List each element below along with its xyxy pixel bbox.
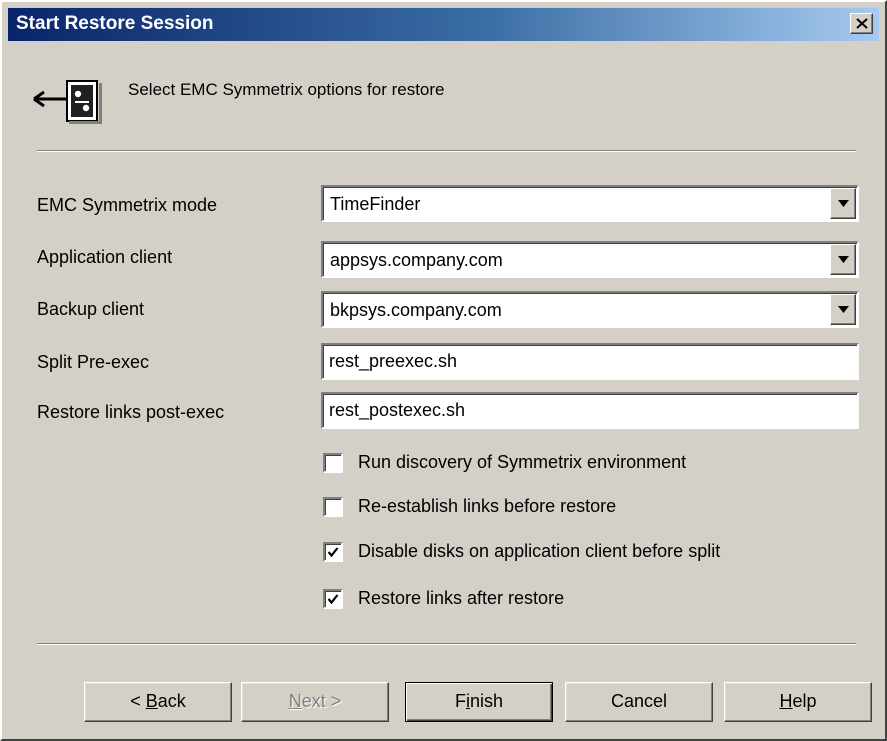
backup-client-select[interactable]: bkpsys.company.com [321, 291, 859, 328]
mode-select[interactable]: TimeFinder [321, 185, 859, 222]
chevron-down-icon [838, 306, 849, 313]
close-button[interactable] [850, 13, 873, 34]
back-button[interactable]: < Back [84, 682, 232, 722]
disable-disks-label: Disable disks on application client befo… [358, 541, 721, 561]
header-instruction: Select EMC Symmetrix options for restore [128, 80, 445, 99]
reestablish-links-label: Re-establish links before restore [358, 496, 617, 516]
disable-disks-checkbox[interactable] [323, 542, 343, 562]
backup-client-label: Backup client [37, 299, 145, 319]
restore-tape-icon [33, 80, 102, 124]
mode-label: EMC Symmetrix mode [37, 195, 218, 215]
checkmark-icon [327, 547, 339, 558]
app-client-select[interactable]: appsys.company.com [321, 241, 859, 278]
footer-separator [37, 643, 856, 645]
checkmark-icon [327, 594, 339, 605]
restore-session-dialog: Start Restore Session Select EMC Symmetr… [0, 0, 887, 741]
next-button[interactable]: Next > [241, 682, 389, 722]
chevron-down-icon [838, 256, 849, 263]
app-client-label: Application client [37, 247, 173, 267]
close-icon [856, 18, 868, 29]
backup-client-dropdown-button[interactable] [830, 294, 856, 325]
run-discovery-label: Run discovery of Symmetrix environment [358, 452, 687, 472]
window-title: Start Restore Session [16, 13, 214, 34]
title-bar[interactable]: Start Restore Session [8, 8, 879, 41]
split-preexec-input[interactable] [321, 343, 859, 380]
finish-button[interactable]: Finish [405, 682, 553, 722]
backup-client-value: bkpsys.company.com [330, 300, 502, 320]
split-preexec-label: Split Pre-exec [37, 352, 150, 372]
app-client-dropdown-button[interactable] [830, 244, 856, 275]
restore-postexec-input[interactable] [321, 392, 859, 429]
mode-value: TimeFinder [330, 194, 421, 214]
run-discovery-checkbox[interactable] [323, 453, 343, 473]
app-client-value: appsys.company.com [330, 250, 503, 270]
restore-postexec-label: Restore links post-exec [37, 402, 225, 422]
header-separator [37, 150, 856, 152]
chevron-down-icon [838, 200, 849, 207]
restore-links-checkbox[interactable] [323, 589, 343, 609]
mode-dropdown-button[interactable] [830, 188, 856, 219]
reestablish-links-checkbox[interactable] [323, 497, 343, 517]
restore-links-label: Restore links after restore [358, 588, 565, 608]
cancel-button[interactable]: Cancel [565, 682, 713, 722]
help-button[interactable]: Help [724, 682, 872, 722]
